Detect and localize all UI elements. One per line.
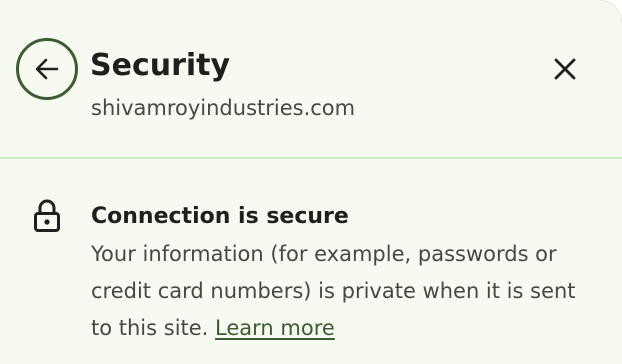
arrow-left-icon — [35, 58, 59, 80]
connection-status-title: Connection is secure — [91, 204, 349, 229]
learn-more-link[interactable]: Learn more — [215, 316, 335, 340]
back-button[interactable] — [16, 38, 78, 100]
close-icon — [554, 58, 576, 80]
lock-icon — [34, 199, 60, 232]
site-domain: shivamroyindustries.com — [91, 96, 356, 120]
connection-description: Your information (for example, passwords… — [91, 236, 591, 347]
close-button[interactable] — [545, 49, 585, 89]
security-panel: Security shivamroyindustries.com Connect… — [0, 0, 622, 364]
header-divider — [0, 157, 622, 159]
page-title: Security — [90, 48, 231, 83]
